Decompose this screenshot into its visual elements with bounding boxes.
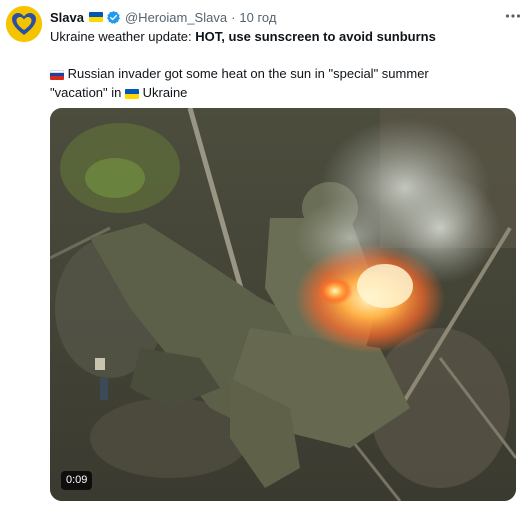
heart-logo-icon xyxy=(6,6,42,42)
tweet-text-body: Russian invader got some heat on the sun… xyxy=(50,66,429,100)
russia-flag-icon xyxy=(50,69,64,80)
video-thumbnail xyxy=(50,108,516,501)
tweet-card[interactable]: Slava @Heroiam_Slava · 10 год Ukraine we… xyxy=(0,0,531,512)
tweet-header: Slava @Heroiam_Slava · 10 год xyxy=(50,7,501,27)
video-duration-badge: 0:09 xyxy=(61,471,93,490)
tweet-text-line1: Ukraine weather update: HOT, use sunscre… xyxy=(50,28,523,46)
user-handle[interactable]: @Heroiam_Slava xyxy=(125,10,227,25)
video-player[interactable] xyxy=(50,108,516,501)
ukraine-flag-icon xyxy=(88,12,103,22)
separator-dot: · xyxy=(231,9,236,25)
ukraine-flag-icon xyxy=(125,88,139,99)
tweet-text-line2: Russian invader got some heat on the sun… xyxy=(50,64,471,102)
avatar[interactable] xyxy=(6,6,42,42)
tweet-text-bold: HOT, use sunscreen to avoid sunburns xyxy=(195,29,436,44)
more-horizontal-icon[interactable] xyxy=(503,6,523,26)
tweet-text-ukraine: Ukraine xyxy=(139,85,188,100)
tweet-text-prefix: Ukraine weather update: xyxy=(50,29,196,44)
timestamp[interactable]: 10 год xyxy=(239,10,276,25)
verified-badge-icon xyxy=(107,10,120,24)
display-name[interactable]: Slava xyxy=(50,10,84,25)
